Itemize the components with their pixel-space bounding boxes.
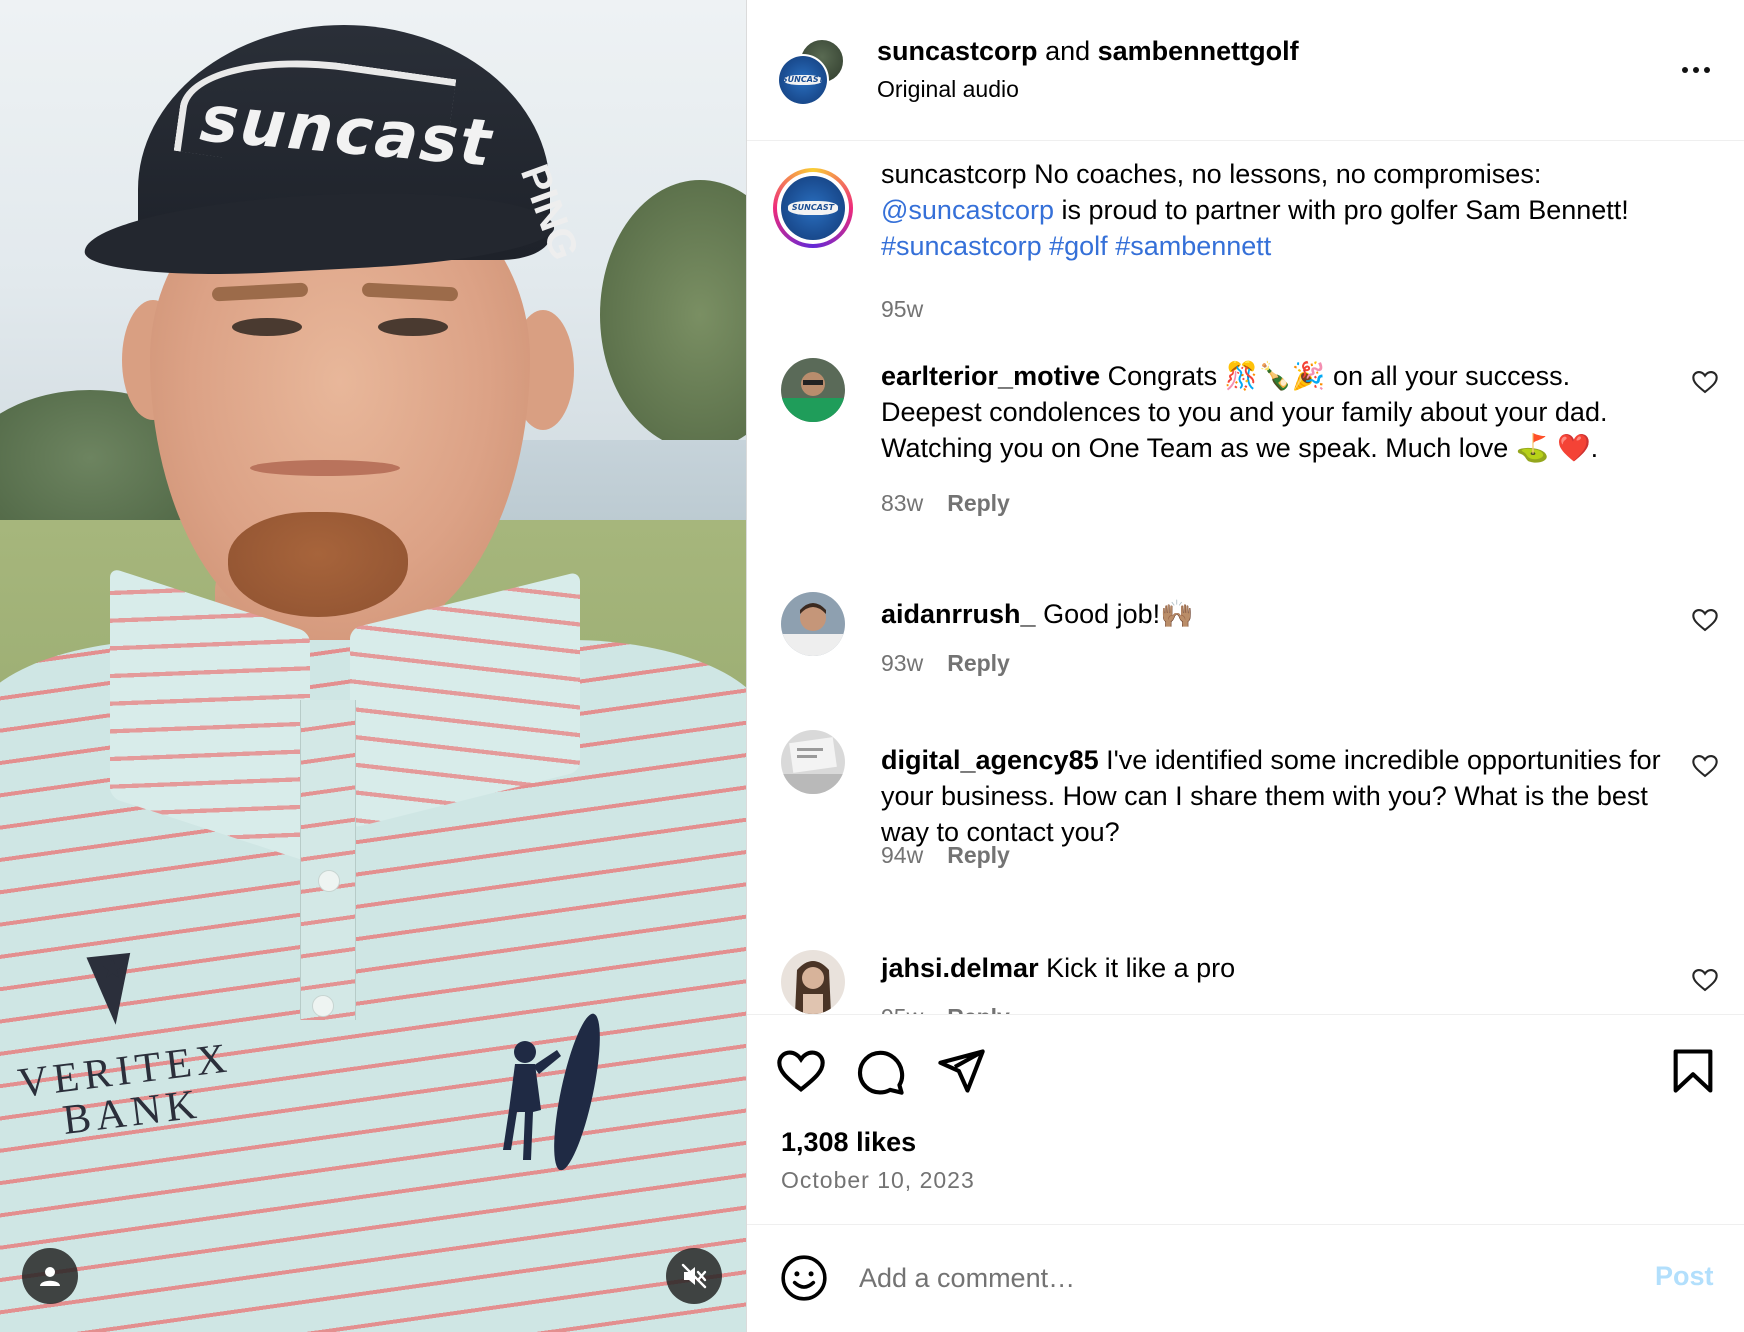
- avatar[interactable]: [781, 592, 845, 656]
- comment-username[interactable]: digital_agency85: [881, 745, 1099, 775]
- caption-username[interactable]: suncastcorp: [881, 159, 1027, 189]
- golfer-goatee: [228, 512, 408, 617]
- comment-time[interactable]: 93w: [881, 650, 923, 676]
- heart-icon[interactable]: [775, 1045, 827, 1097]
- comment-meta: 93w Reply: [881, 650, 1010, 677]
- comment-meta: 83w Reply: [881, 490, 1010, 517]
- comments-list[interactable]: SUNCAST suncastcorp No coaches, no lesso…: [747, 142, 1744, 1014]
- post-actions: 1,308 likes October 10, 2023: [747, 1014, 1744, 1224]
- heart-icon[interactable]: [1691, 368, 1719, 396]
- suncast-logo-icon: SUNCAST: [779, 56, 827, 104]
- comment-time[interactable]: 95w: [881, 1004, 923, 1014]
- avatar[interactable]: [781, 358, 845, 422]
- reply-button[interactable]: Reply: [947, 650, 1010, 676]
- bookmark-icon[interactable]: [1667, 1045, 1719, 1097]
- shirt-placket: [300, 700, 356, 1020]
- comment-text: jahsi.delmar Kick it like a pro: [881, 950, 1661, 986]
- shirt-button: [318, 870, 340, 892]
- more-options-button[interactable]: [1675, 50, 1717, 90]
- author-link-primary[interactable]: suncastcorp: [877, 36, 1038, 66]
- post-header: SUNCAST suncastcorp and sambennettgolf O…: [747, 0, 1744, 141]
- avatar-suncastcorp[interactable]: SUNCAST: [777, 54, 829, 106]
- avatar[interactable]: [781, 950, 845, 1014]
- comment-icon[interactable]: [855, 1045, 907, 1097]
- comment-username[interactable]: earlterior_motive: [881, 361, 1100, 391]
- like-count[interactable]: 1,308 likes: [781, 1127, 916, 1158]
- golfer-mouth: [250, 460, 400, 476]
- comment-meta: 94w Reply: [881, 842, 1010, 869]
- user-icon: [40, 1267, 60, 1286]
- more-options-icon: [1682, 67, 1688, 73]
- caption-part: is proud to partner with pro golfer Sam …: [1053, 195, 1629, 225]
- comment-text: earlterior_motive Congrats 🎊🍾🎉 on all yo…: [881, 358, 1661, 466]
- post-authors: suncastcorp and sambennettgolf: [877, 36, 1299, 67]
- comment-composer: Post: [747, 1224, 1744, 1332]
- heart-icon[interactable]: [1691, 752, 1719, 780]
- author-link-secondary[interactable]: sambennettgolf: [1098, 36, 1299, 66]
- authors-joiner: and: [1037, 36, 1098, 66]
- hashtag-link[interactable]: #suncastcorp: [881, 231, 1042, 261]
- hashtag-link[interactable]: #sambennett: [1115, 231, 1271, 261]
- comment-text: digital_agency85 I've identified some in…: [881, 742, 1661, 850]
- comment-input[interactable]: [859, 1255, 1619, 1301]
- post-comment-button[interactable]: Post: [1655, 1261, 1714, 1292]
- collab-avatars[interactable]: SUNCAST: [777, 36, 847, 106]
- story-ring-avatar[interactable]: SUNCAST: [773, 168, 853, 248]
- avatar-photo: [781, 358, 845, 422]
- comment-content: Kick it like a pro: [1038, 953, 1236, 983]
- avatar-photo: [781, 730, 845, 794]
- emoji-icon[interactable]: [779, 1253, 829, 1303]
- avatar-photo: [781, 592, 845, 656]
- veritex-star-icon: ★: [100, 953, 126, 984]
- surfer-logo-icon: [503, 1013, 600, 1170]
- caption-meta: 95w: [881, 296, 923, 323]
- speaker-muted-icon: [681, 1263, 707, 1289]
- caption-time[interactable]: 95w: [881, 296, 923, 322]
- caption-text: suncastcorp No coaches, no lessons, no c…: [881, 156, 1661, 264]
- reply-button[interactable]: Reply: [947, 1004, 1010, 1014]
- comment-username[interactable]: aidanrrush_: [881, 599, 1036, 629]
- suncast-logo-icon: SUNCAST: [781, 176, 845, 240]
- tagged-users-button[interactable]: [22, 1248, 78, 1304]
- send-icon[interactable]: [935, 1045, 987, 1097]
- avatar[interactable]: [781, 730, 845, 794]
- caption-mention[interactable]: @suncastcorp: [881, 195, 1054, 225]
- comment-username[interactable]: jahsi.delmar: [881, 953, 1039, 983]
- hashtag-link[interactable]: #golf: [1049, 231, 1108, 261]
- reply-button[interactable]: Reply: [947, 842, 1010, 868]
- golfer-eye-right: [378, 318, 448, 336]
- post-video[interactable]: suncast PING ★ VERITEX BANK: [0, 0, 746, 1332]
- post-date[interactable]: October 10, 2023: [781, 1167, 975, 1194]
- comment-time[interactable]: 94w: [881, 842, 923, 868]
- avatar-photo: [781, 950, 845, 1014]
- comment-content: Good job!🙌🏽: [1035, 599, 1194, 629]
- comment-meta: 95w Reply: [881, 1004, 1010, 1014]
- caption-part: No coaches, no lessons, no compromises:: [1026, 159, 1542, 189]
- shirt-button: [312, 995, 334, 1017]
- reply-button[interactable]: Reply: [947, 490, 1010, 516]
- mute-toggle-button[interactable]: [666, 1248, 722, 1304]
- audio-label[interactable]: Original audio: [877, 76, 1019, 103]
- post-panel: SUNCAST suncastcorp and sambennettgolf O…: [746, 0, 1744, 1332]
- logo-text: SUNCAST: [791, 203, 835, 213]
- golfer-eye-left: [232, 318, 302, 336]
- heart-icon[interactable]: [1691, 966, 1719, 994]
- heart-icon[interactable]: [1691, 606, 1719, 634]
- comment-time[interactable]: 83w: [881, 490, 923, 516]
- comment-text: aidanrrush_ Good job!🙌🏽: [881, 596, 1661, 632]
- logo-text: SUNCAST: [781, 75, 825, 85]
